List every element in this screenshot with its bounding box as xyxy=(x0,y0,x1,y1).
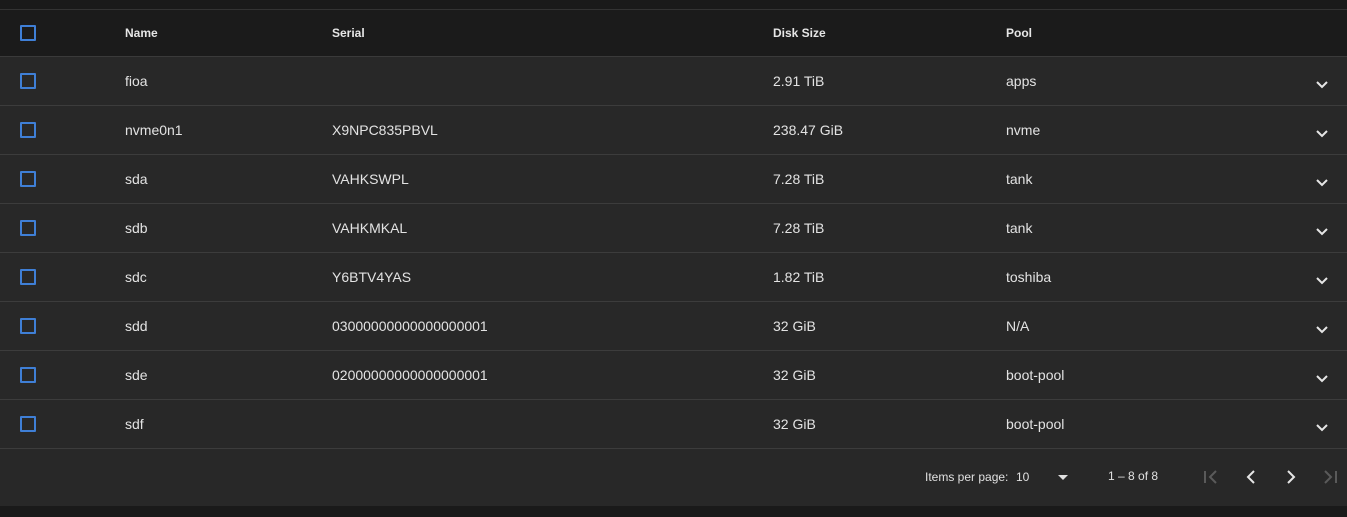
cell-serial: 03000000000000000001 xyxy=(332,318,488,334)
cell-pool: tank xyxy=(1006,171,1033,187)
chevron-left-icon[interactable] xyxy=(1239,465,1263,489)
cell-pool: toshiba xyxy=(1006,269,1052,285)
cell-serial: VAHKMKAL xyxy=(332,220,408,236)
cell-name: sda xyxy=(125,171,148,187)
table-row[interactable]: nvme0n1 X9NPC835PBVL 238.47 GiB nvme xyxy=(0,106,1347,155)
cell-pool: nvme xyxy=(1006,122,1041,138)
row-checkbox[interactable] xyxy=(20,73,36,89)
cell-name: sdd xyxy=(125,318,148,334)
chevron-down-icon[interactable] xyxy=(1310,366,1334,390)
select-all-checkbox[interactable] xyxy=(20,25,36,41)
cell-disk-size: 2.91 TiB xyxy=(773,73,825,89)
cell-disk-size: 7.28 TiB xyxy=(773,220,825,236)
first-page-icon[interactable] xyxy=(1199,465,1223,489)
row-checkbox[interactable] xyxy=(20,171,36,187)
cell-serial: X9NPC835PBVL xyxy=(332,122,438,138)
cell-disk-size: 7.28 TiB xyxy=(773,171,825,187)
cell-serial: Y6BTV4YAS xyxy=(332,269,412,285)
cell-name: sde xyxy=(125,367,148,383)
cell-disk-size: 1.82 TiB xyxy=(773,269,825,285)
cell-serial: VAHKSWPL xyxy=(332,171,409,187)
table-row[interactable]: sdc Y6BTV4YAS 1.82 TiB toshiba xyxy=(0,253,1347,302)
chevron-down-icon[interactable] xyxy=(1310,415,1334,439)
row-checkbox[interactable] xyxy=(20,269,36,285)
cell-name: nvme0n1 xyxy=(125,122,183,138)
chevron-down-icon[interactable] xyxy=(1310,170,1334,194)
cell-pool: boot-pool xyxy=(1006,367,1065,383)
cell-pool: apps xyxy=(1006,73,1037,89)
top-strip xyxy=(0,0,1347,9)
cell-name: sdb xyxy=(125,220,148,236)
column-header-name[interactable]: Name xyxy=(125,10,158,56)
table-row[interactable]: sdf 32 GiB boot-pool xyxy=(0,400,1347,449)
row-checkbox[interactable] xyxy=(20,220,36,236)
row-checkbox[interactable] xyxy=(20,122,36,138)
column-header-pool[interactable]: Pool xyxy=(1006,10,1032,56)
cell-disk-size: 32 GiB xyxy=(773,318,816,334)
row-checkbox[interactable] xyxy=(20,416,36,432)
table-row[interactable]: fioa 2.91 TiB apps xyxy=(0,57,1347,106)
last-page-icon[interactable] xyxy=(1318,465,1342,489)
chevron-down-icon[interactable] xyxy=(1310,121,1334,145)
cell-name: sdc xyxy=(125,269,147,285)
table-header-row: Name Serial Disk Size Pool xyxy=(0,9,1347,57)
cell-pool: tank xyxy=(1006,220,1033,236)
row-checkbox[interactable] xyxy=(20,318,36,334)
table-row[interactable]: sde 02000000000000000001 32 GiB boot-pool xyxy=(0,351,1347,400)
table-row[interactable]: sdd 03000000000000000001 32 GiB N/A xyxy=(0,302,1347,351)
chevron-right-icon[interactable] xyxy=(1279,465,1303,489)
column-header-serial[interactable]: Serial xyxy=(332,10,365,56)
cell-disk-size: 32 GiB xyxy=(773,367,816,383)
table-row[interactable]: sdb VAHKMKAL 7.28 TiB tank xyxy=(0,204,1347,253)
table-body: fioa 2.91 TiB apps nvme0n1 X9NPC835PBVL 238.4… xyxy=(0,57,1347,449)
chevron-down-icon[interactable] xyxy=(1310,219,1334,243)
triangle-down-icon[interactable] xyxy=(1057,473,1069,481)
chevron-down-icon[interactable] xyxy=(1310,72,1334,96)
chevron-down-icon[interactable] xyxy=(1310,317,1334,341)
cell-pool: boot-pool xyxy=(1006,416,1065,432)
bottom-strip xyxy=(0,506,1347,517)
cell-disk-size: 238.47 GiB xyxy=(773,122,844,138)
table-row[interactable]: sda VAHKSWPL 7.28 TiB tank xyxy=(0,155,1347,204)
cell-pool: N/A xyxy=(1006,318,1030,334)
disks-table: Name Serial Disk Size Pool fioa 2.91 TiB a… xyxy=(0,9,1347,449)
cell-name: sdf xyxy=(125,416,144,432)
cell-serial: 02000000000000000001 xyxy=(332,367,488,383)
items-per-page-label: Items per page: xyxy=(925,470,1009,484)
column-header-disk-size[interactable]: Disk Size xyxy=(773,10,826,56)
cell-name: fioa xyxy=(125,73,148,89)
chevron-down-icon[interactable] xyxy=(1310,268,1334,292)
row-checkbox[interactable] xyxy=(20,367,36,383)
paginator: Items per page: 10 1 – 8 of 8 xyxy=(0,449,1347,506)
cell-disk-size: 32 GiB xyxy=(773,416,816,432)
page-range-label: 1 – 8 of 8 xyxy=(1108,469,1159,483)
